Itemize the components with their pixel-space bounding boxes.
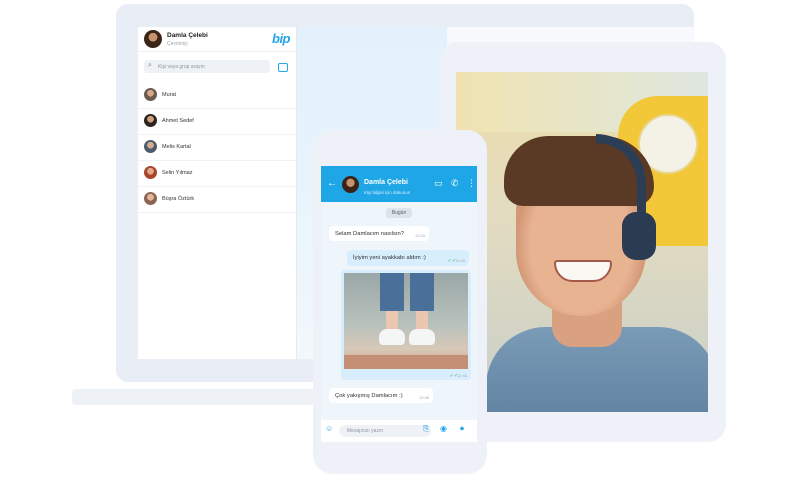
contact-name: Büşra Öztürk [162, 196, 195, 202]
video-call-photo [456, 72, 708, 412]
profile-status: Çevrimiçi [167, 41, 188, 47]
contact-item-murat[interactable]: Murat [138, 82, 296, 109]
contact-avatar [144, 140, 157, 153]
phone-call-icon[interactable]: ✆ [451, 178, 459, 189]
compose-icon[interactable] [278, 63, 288, 72]
message-input-placeholder: Mesajınızı yazın [347, 428, 384, 434]
search-icon: ⌕ [148, 62, 152, 69]
photo-jeans-right [410, 273, 434, 311]
photo-leg-left [386, 311, 398, 331]
message-time: 12:46 [456, 373, 467, 378]
message-time: 12:46 [418, 395, 429, 400]
microphone-icon[interactable]: ⏺ [460, 424, 464, 434]
search-placeholder: Kişi veya grup arayın [158, 63, 205, 70]
message-time: 12:43 [414, 233, 425, 238]
emoji-icon[interactable]: ☺ [325, 424, 333, 433]
photo-sneaker-left [379, 329, 405, 345]
photo-bench [344, 355, 468, 369]
contact-avatar [144, 114, 157, 127]
back-arrow-icon[interactable]: ← [327, 178, 337, 189]
contact-name: Murat [162, 92, 177, 98]
message-bubble-incoming[interactable]: Selam Damlacım nasılsın? 12:43 [329, 226, 429, 241]
contact-item-ahmet-sedef[interactable]: Ahmet Sedef [138, 108, 296, 135]
day-separator: Bugün [386, 208, 412, 218]
contact-item-selin-yilmaz[interactable]: Selin Yılmaz [138, 160, 296, 187]
photo-smile [554, 260, 612, 282]
message-text: Selam Damlacım nasılsın? [335, 231, 404, 237]
message-text: İyiyim yeni ayakkabı aldım :) [353, 255, 426, 261]
contact-name: Melis Kartal [162, 144, 191, 150]
message-bubble-incoming[interactable]: Çok yakışmış Damlacım :) 12:46 [329, 388, 433, 403]
more-options-icon[interactable]: ⋮ [467, 178, 476, 189]
contact-name: Selin Yılmaz [162, 170, 193, 176]
message-time: 12:45 [454, 258, 465, 263]
contact-name: Ahmet Sedef [162, 118, 194, 124]
attachment-icon[interactable]: ⎘ [423, 424, 429, 434]
phone-chat-screen: ← Damla Çelebi Kişi bilgisi için dokunun… [321, 166, 477, 442]
chat-list-sidebar: Damla Çelebi Çevrimiçi bip ⌕ Kişi veya g… [138, 27, 297, 359]
contact-avatar [144, 88, 157, 101]
contact-item-busra-ozturk[interactable]: Büşra Öztürk [138, 186, 296, 213]
chat-header: ← Damla Çelebi Kişi bilgisi için dokunun… [321, 166, 477, 202]
chat-contact-name: Damla Çelebi [364, 179, 408, 186]
message-input[interactable]: Mesajınızı yazın [339, 425, 431, 437]
headphone-earcup [622, 212, 656, 260]
profile-name: Damla Çelebi [167, 32, 208, 39]
contact-avatar [144, 192, 157, 205]
message-bubble-outgoing[interactable]: İyiyim yeni ayakkabı aldım :) ✓✓ 12:45 [347, 250, 469, 266]
message-text: Çok yakışmış Damlacım :) [335, 393, 403, 399]
photo-jeans-left [380, 273, 404, 311]
photo-leg-right [416, 311, 428, 331]
shoes-photo[interactable] [344, 273, 468, 369]
chat-avatar[interactable] [342, 176, 359, 193]
bip-logo: bip [272, 31, 291, 46]
camera-icon[interactable]: ◉ [440, 424, 447, 433]
chat-contact-subtitle: Kişi bilgisi için dokunun [364, 190, 411, 195]
profile-header: Damla Çelebi Çevrimiçi bip [138, 27, 296, 52]
photo-sneaker-right [409, 329, 435, 345]
video-call-icon[interactable]: ▭ [434, 178, 443, 189]
profile-avatar[interactable] [144, 30, 162, 48]
contact-avatar [144, 166, 157, 179]
image-message-bubble[interactable]: ✓✓ 12:46 [341, 270, 471, 380]
search-input[interactable]: ⌕ Kişi veya grup arayın [144, 60, 270, 73]
message-composer: ☺ Mesajınızı yazın ⎘ ◉ ⏺ [321, 420, 477, 442]
contact-item-melis-kartal[interactable]: Melis Kartal [138, 134, 296, 161]
